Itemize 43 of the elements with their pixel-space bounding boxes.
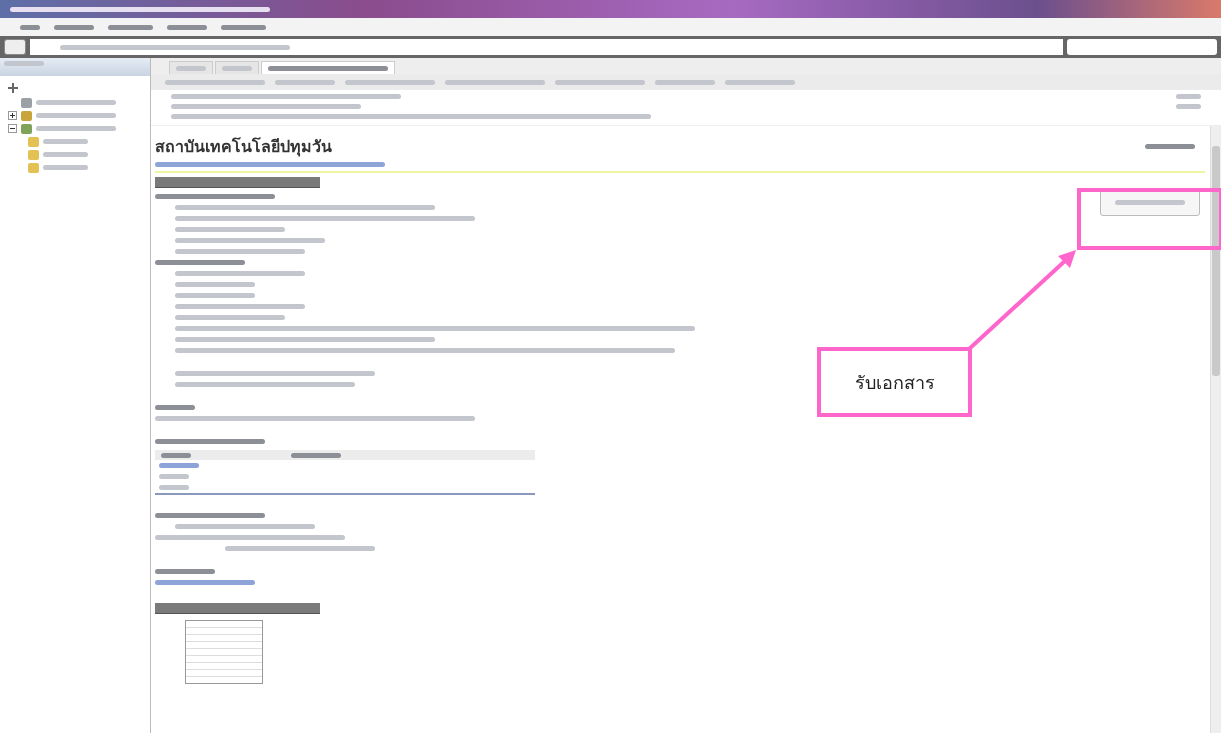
blurred-text <box>1176 104 1201 109</box>
blurred-toolbar-button[interactable] <box>555 79 645 85</box>
blurred-menu-item[interactable] <box>54 24 94 30</box>
group-icon <box>21 123 32 134</box>
blurred-toolbar-button[interactable] <box>345 79 435 85</box>
blurred-column-header <box>291 452 341 458</box>
blurred-menu-item[interactable] <box>221 24 266 30</box>
expander-icon[interactable] <box>8 124 17 133</box>
blurred-menu-item[interactable] <box>167 24 207 30</box>
blurred-toolbar-button[interactable] <box>655 79 715 85</box>
home-icon <box>21 97 32 108</box>
search-field[interactable] <box>1067 39 1217 55</box>
blurred-toolbar-button[interactable] <box>275 79 335 85</box>
blurred-table-cell <box>159 485 189 490</box>
folder-icon <box>28 162 39 173</box>
user-icon <box>21 110 32 121</box>
document-thumbnail[interactable] <box>185 620 263 684</box>
folder-icon <box>28 149 39 160</box>
annotation-callout: รับเอกสาร <box>817 347 972 417</box>
blurred-toolbar-button[interactable] <box>725 79 795 85</box>
blurred-panel-title <box>4 61 44 66</box>
tab[interactable] <box>215 61 259 74</box>
folder-icon <box>28 136 39 147</box>
tab[interactable] <box>169 61 213 74</box>
blurred-text <box>155 405 195 410</box>
scrollbar[interactable] <box>1210 126 1221 733</box>
address-field[interactable] <box>30 39 1063 55</box>
blurred-toolbar-button[interactable] <box>165 79 265 85</box>
back-button[interactable] <box>4 39 26 55</box>
blurred-text <box>155 569 215 574</box>
blurred-menu-item[interactable] <box>20 24 40 30</box>
blurred-link[interactable] <box>155 580 255 585</box>
blurred-link[interactable] <box>155 162 385 167</box>
blurred-link[interactable] <box>159 463 199 468</box>
blurred-text <box>1176 94 1201 99</box>
blurred-menu-item[interactable] <box>108 24 153 30</box>
blurred-toolbar-button[interactable] <box>445 79 545 85</box>
expander-icon[interactable] <box>8 111 17 120</box>
blurred-column-header <box>161 452 191 458</box>
blurred-table-cell <box>159 474 189 479</box>
blurred-text <box>1145 144 1195 149</box>
page-heading: สถาบันเทคโนโลยีปทุมวัน <box>155 136 333 159</box>
tab[interactable] <box>261 61 395 74</box>
